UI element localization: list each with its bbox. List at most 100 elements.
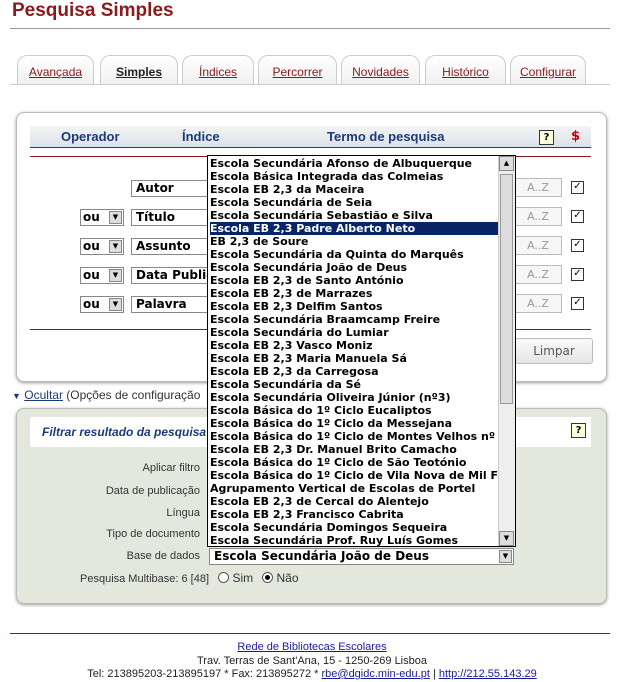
- tab-simples[interactable]: Simples: [100, 55, 178, 85]
- tab-novidades[interactable]: Novidades: [341, 55, 420, 85]
- search-header: Operador Índice Termo de pesquisa: [30, 126, 591, 148]
- tab-percorrer[interactable]: Percorrer: [258, 55, 337, 85]
- dollar-icon[interactable]: $: [571, 129, 580, 144]
- tab-configurar[interactable]: Configurar: [510, 55, 586, 85]
- dropdown-option[interactable]: EB 2,3 de Soure: [210, 235, 498, 248]
- az-button[interactable]: A..Z: [514, 265, 562, 284]
- header-termo: Termo de pesquisa: [327, 129, 445, 144]
- dropdown-option[interactable]: Escola EB 2,3 de Marrazes: [210, 287, 498, 300]
- footer-address: Trav. Terras de Sant'Ana, 15 - 1250-269 …: [197, 655, 427, 667]
- dropdown-option[interactable]: Escola Básica do 1º Ciclo de São Teotóni…: [210, 456, 498, 469]
- row-checkbox[interactable]: ✓: [571, 297, 584, 310]
- scroll-down-icon[interactable]: ▼: [499, 531, 514, 546]
- dropdown-option[interactable]: Escola Secundária Afonso de Albuquerque: [210, 157, 498, 170]
- operator-value: ou: [83, 268, 100, 282]
- tab-baseline: [10, 84, 610, 85]
- index-select-palavra[interactable]: Palavra: [131, 296, 211, 313]
- base-dados-dropdown-list[interactable]: ▲ ▼ Escola Secundária Afonso de Albuquer…: [207, 155, 516, 547]
- label-base-dados: Base de dados: [126, 550, 200, 562]
- dropdown-option[interactable]: Escola Secundária da Quinta do Marquês: [210, 248, 498, 261]
- az-button[interactable]: A..Z: [514, 178, 562, 197]
- index-select-titulo[interactable]: Título: [131, 209, 211, 226]
- dropdown-option[interactable]: Escola EB 2,3 Delfim Santos: [210, 300, 498, 313]
- sim-label: Sim: [232, 571, 254, 585]
- dropdown-option[interactable]: Escola EB 2,3 de Cercal do Alentejo: [210, 495, 498, 508]
- header-operador: Operador: [61, 129, 120, 144]
- dropdown-option[interactable]: Escola Secundária da Sé: [210, 378, 498, 391]
- dropdown-option[interactable]: Escola Básica do 1º Ciclo de Montes Velh…: [210, 430, 498, 443]
- dropdown-option[interactable]: Escola Básica do 1º Ciclo de Vila Nova d…: [210, 469, 498, 482]
- row-checkbox[interactable]: ✓: [571, 268, 584, 281]
- chevron-down-icon: ▼: [109, 269, 122, 282]
- footer-url-link[interactable]: http://212.55.143.29: [439, 668, 537, 680]
- scroll-up-icon[interactable]: ▲: [499, 156, 514, 171]
- limpar-button[interactable]: Limpar: [515, 338, 593, 364]
- chevron-down-icon: ▼: [499, 550, 512, 563]
- help-icon[interactable]: ?: [539, 130, 554, 145]
- dropdown-option[interactable]: Escola Secundária do Lumiar: [210, 326, 498, 339]
- tab-historico[interactable]: Histórico: [425, 55, 506, 85]
- label-data-publicacao: Data de publicação: [105, 485, 200, 497]
- operator-value: ou: [83, 297, 100, 311]
- row-checkbox[interactable]: ✓: [571, 210, 584, 223]
- base-dados-select[interactable]: Escola Secundária João de Deus ▼: [209, 548, 514, 565]
- az-button[interactable]: A..Z: [514, 236, 562, 255]
- scroll-thumb[interactable]: [500, 174, 513, 404]
- dropdown-option[interactable]: Escola EB 2,3 Vasco Moniz: [210, 339, 498, 352]
- dropdown-option[interactable]: Escola Secundária João de Deus: [210, 261, 498, 274]
- label-tipo-documento: Tipo de documento: [106, 528, 200, 540]
- footer-org: Rede de Bibliotecas Escolares: [0, 641, 624, 653]
- chevron-down-icon: ▼: [109, 298, 122, 311]
- dropdown-option[interactable]: Escola EB 2,3 Dr. Manuel Brito Camacho: [210, 443, 498, 456]
- dropdown-option[interactable]: Escola Secundária Sebastião e Silva: [210, 209, 498, 222]
- multibase-row: Pesquisa Multibase: 6 [48] Sim Não: [80, 571, 299, 585]
- operator-select[interactable]: ou ▼: [80, 209, 124, 226]
- dropdown-option[interactable]: Escola Secundária Prof. Ruy Luís Gomes: [210, 534, 498, 546]
- radio-sim[interactable]: [218, 572, 230, 583]
- dropdown-option[interactable]: Agrupamento Vertical de Escolas de Porte…: [210, 482, 498, 495]
- dropdown-option[interactable]: Escola EB 2,3 da Maceira: [210, 183, 498, 196]
- tab-indices[interactable]: Índices: [182, 55, 254, 85]
- dropdown-option[interactable]: Escola EB 2,3 de Santo António: [210, 274, 498, 287]
- label-aplicar-filtro: Aplicar filtro: [142, 462, 200, 474]
- scrollbar[interactable]: ▲ ▼: [498, 156, 515, 546]
- dropdown-option[interactable]: Escola EB 2,3 Maria Manuela Sá: [210, 352, 498, 365]
- index-select-data[interactable]: Data Publicação: [131, 267, 211, 284]
- footer-org-link[interactable]: Rede de Bibliotecas Escolares: [237, 641, 386, 653]
- dropdown-option[interactable]: Escola Básica Integrada das Colmeias: [210, 170, 498, 183]
- index-select-assunto[interactable]: Assunto: [131, 238, 211, 255]
- tab-bar: Avançada Simples Índices Percorrer Novid…: [12, 55, 608, 85]
- operator-select[interactable]: ou ▼: [80, 238, 124, 255]
- tab-avancada[interactable]: Avançada: [17, 55, 94, 85]
- dropdown-option[interactable]: Escola Básica do 1º Ciclo da Messejana: [210, 417, 498, 430]
- filter-title: Filtrar resultado da pesquisa: [42, 425, 207, 439]
- operator-select[interactable]: ou ▼: [80, 296, 124, 313]
- dropdown-option[interactable]: Escola Secundária Domingos Sequeira: [210, 521, 498, 534]
- az-button[interactable]: A..Z: [514, 294, 562, 313]
- ocultar-text: (Opções de configuração: [66, 388, 201, 402]
- operator-value: ou: [83, 239, 100, 253]
- row-checkbox[interactable]: ✓: [571, 239, 584, 252]
- radio-nao[interactable]: [262, 572, 274, 583]
- dropdown-option[interactable]: Escola EB 2,3 da Carregosa: [210, 365, 498, 378]
- header-indice: Índice: [182, 129, 220, 144]
- dropdown-option[interactable]: Escola Secundária de Seia: [210, 196, 498, 209]
- footer-separator: |: [429, 668, 439, 680]
- page-title: Pesquisa Simples: [12, 0, 174, 21]
- az-button[interactable]: A..Z: [514, 207, 562, 226]
- dropdown-option[interactable]: Escola EB 2,3 Francisco Cabrita: [210, 508, 498, 521]
- footer-contact: Tel: 213895203-213895197 * Fax: 21389527…: [0, 668, 624, 680]
- index-select-autor[interactable]: Autor: [131, 180, 211, 197]
- dropdown-option[interactable]: Escola Secundária Braamcamp Freire: [210, 313, 498, 326]
- footer-contact-text: Tel: 213895203-213895197 * Fax: 21389527…: [87, 668, 322, 680]
- dropdown-option[interactable]: Escola Secundária Oliveira Júnior (nº3): [210, 391, 498, 404]
- row-checkbox[interactable]: ✓: [571, 181, 584, 194]
- operator-select[interactable]: ou ▼: [80, 267, 124, 284]
- ocultar-link[interactable]: Ocultar: [24, 388, 63, 402]
- help-icon[interactable]: ?: [571, 423, 586, 438]
- options-toggle: ▼ Ocultar (Opções de configuração: [12, 388, 200, 402]
- dropdown-option[interactable]: Escola Básica do 1º Ciclo Eucaliptos: [210, 404, 498, 417]
- footer-email-link[interactable]: rbe@dgidc.min-edu.pt: [322, 668, 430, 680]
- dropdown-option[interactable]: Escola EB 2,3 Padre Alberto Neto: [210, 222, 498, 235]
- multibase-label: Pesquisa Multibase: 6 [48]: [80, 573, 210, 585]
